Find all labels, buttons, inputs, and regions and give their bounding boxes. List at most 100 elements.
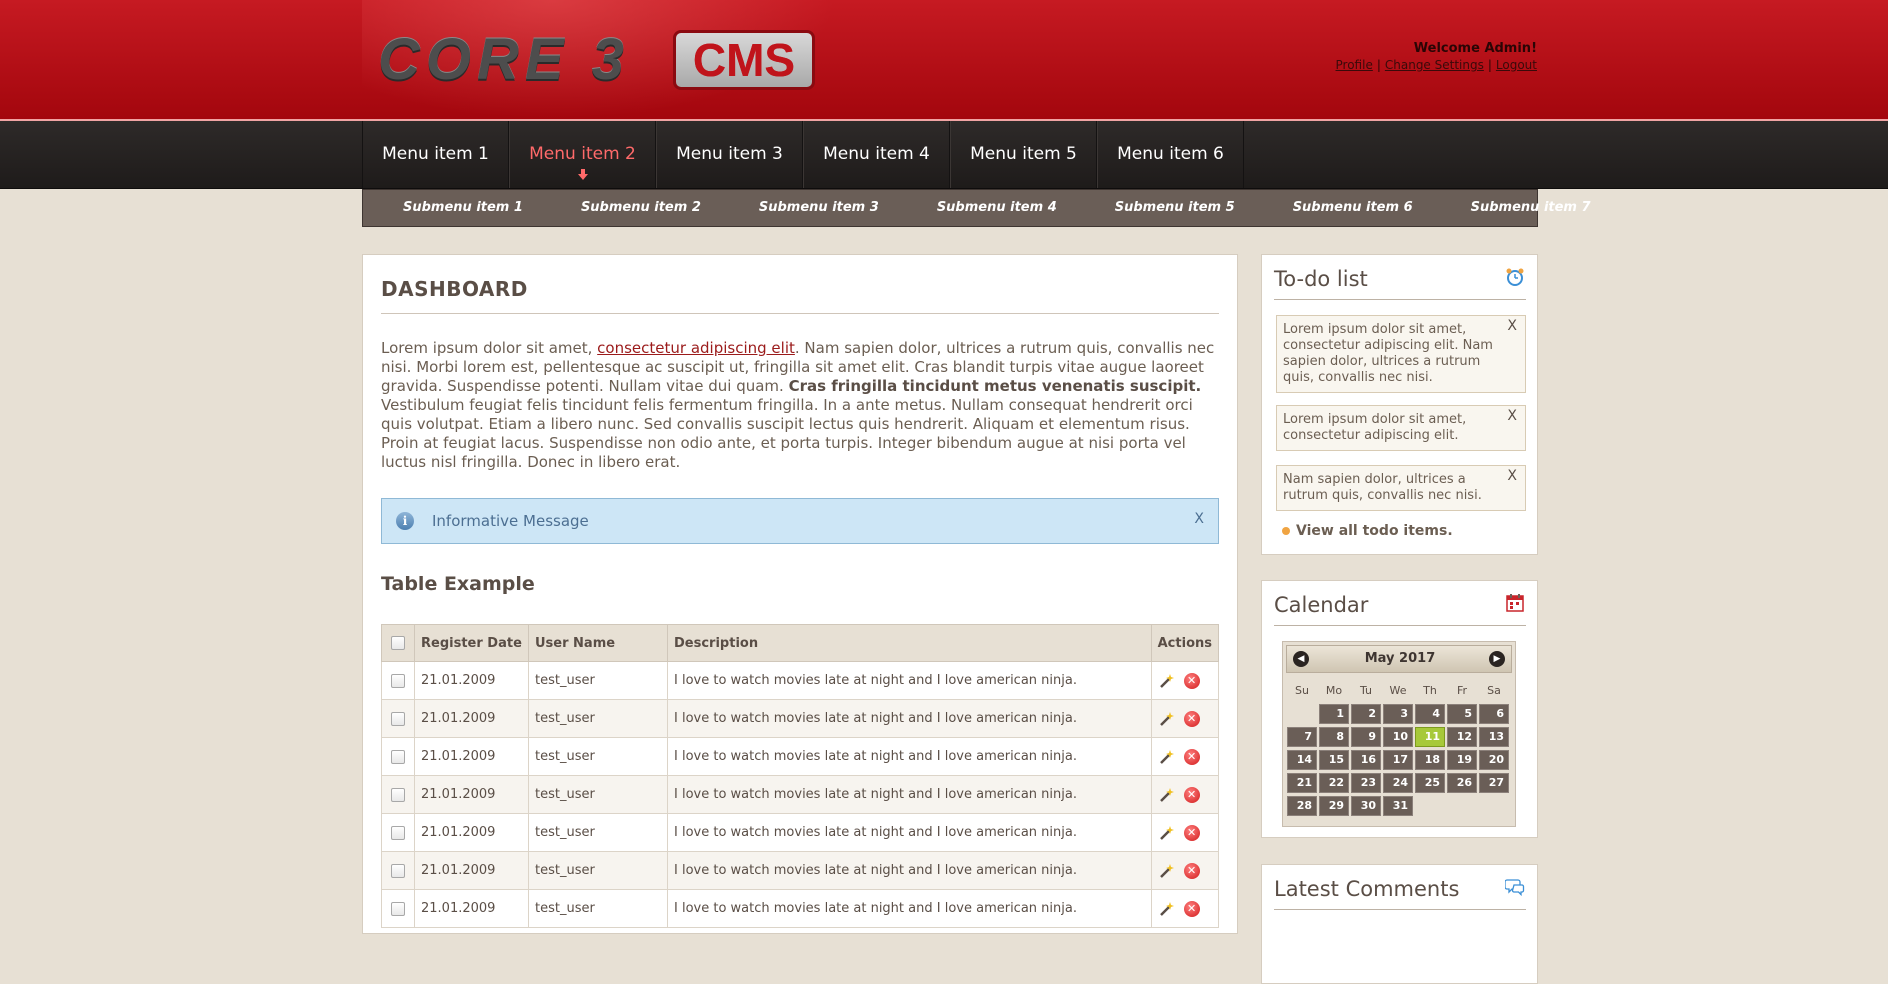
table-row: 21.01.2009 test_user I love to watch movie…	[381, 889, 1220, 928]
row-select-cell	[381, 775, 415, 814]
logo-badge[interactable]: CMS	[673, 30, 815, 90]
submenu-item-5[interactable]: Submenu item 5	[1115, 190, 1235, 226]
calendar-day[interactable]: 14	[1287, 750, 1317, 770]
delete-icon[interactable]: ✕	[1183, 824, 1200, 841]
calendar-day[interactable]: 1	[1319, 704, 1349, 724]
calendar-day[interactable]: 10	[1383, 727, 1413, 747]
calendar: ◀ May 2017 ▶ Su Mo Tu We Th Fr Sa 1 2 3 4 5 6 7 8 9 10 11…	[1282, 641, 1516, 827]
calendar-day[interactable]: 18	[1415, 750, 1445, 770]
column-header-user-name[interactable]: User Name	[528, 624, 668, 662]
submenu-item-4[interactable]: Submenu item 4	[937, 190, 1057, 226]
calendar-day[interactable]: 24	[1383, 773, 1413, 793]
speech-bubbles-icon[interactable]	[1505, 877, 1525, 897]
calendar-day[interactable]: 2	[1351, 704, 1381, 724]
submenu-item-3[interactable]: Submenu item 3	[759, 190, 879, 226]
todo-close-button[interactable]: X	[1507, 318, 1517, 334]
calendar-day[interactable]: 3	[1383, 704, 1413, 724]
cell-actions: ✕	[1150, 813, 1220, 852]
submenu-item-2[interactable]: Submenu item 2	[581, 190, 701, 226]
cell-description: I love to watch movies late at night and…	[667, 699, 1152, 738]
calendar-day[interactable]: 29	[1319, 796, 1349, 816]
calendar-day[interactable]: 4	[1415, 704, 1445, 724]
edit-wand-icon[interactable]	[1158, 787, 1174, 803]
submenu-item-7[interactable]: Submenu item 7	[1471, 190, 1591, 226]
submenu-item-6[interactable]: Submenu item 6	[1293, 190, 1413, 226]
delete-icon[interactable]: ✕	[1183, 748, 1200, 765]
main-nav: Menu item 1 Menu item 2 Menu item 3 Menu…	[0, 121, 1888, 189]
cell-register-date: 21.01.2009	[414, 661, 529, 700]
row-checkbox[interactable]	[391, 863, 405, 878]
calendar-day[interactable]: 9	[1351, 727, 1381, 747]
calendar-day[interactable]: 12	[1447, 727, 1477, 747]
calendar-day[interactable]: 15	[1319, 750, 1349, 770]
cell-description: I love to watch movies late at night and…	[667, 661, 1152, 700]
intro-link[interactable]: consectetur adipiscing elit	[597, 339, 795, 357]
calendar-day[interactable]: 6	[1479, 704, 1509, 724]
edit-wand-icon[interactable]	[1158, 825, 1174, 841]
submenu-item-1[interactable]: Submenu item 1	[403, 190, 523, 226]
calendar-day[interactable]: 22	[1319, 773, 1349, 793]
calendar-day[interactable]: 8	[1319, 727, 1349, 747]
nav-item-5[interactable]: Menu item 5	[950, 121, 1097, 188]
calendar-day[interactable]: 21	[1287, 773, 1317, 793]
calendar-day[interactable]: 16	[1351, 750, 1381, 770]
info-close-button[interactable]: X	[1194, 511, 1204, 527]
calendar-day-today[interactable]: 11	[1415, 727, 1445, 747]
calendar-weekday: Mo	[1325, 684, 1343, 697]
link-separator: |	[1376, 58, 1381, 72]
calendar-day[interactable]: 26	[1447, 773, 1477, 793]
edit-wand-icon[interactable]	[1158, 749, 1174, 765]
row-checkbox[interactable]	[391, 749, 405, 764]
profile-link[interactable]: Profile	[1336, 58, 1373, 72]
cell-register-date: 21.01.2009	[414, 889, 529, 928]
delete-icon[interactable]: ✕	[1183, 786, 1200, 803]
row-checkbox[interactable]	[391, 787, 405, 802]
calendar-day[interactable]: 28	[1287, 796, 1317, 816]
edit-wand-icon[interactable]	[1158, 863, 1174, 879]
users-table: Register Date User Name Description Acti…	[381, 624, 1220, 928]
nav-item-1[interactable]: Menu item 1	[362, 121, 509, 188]
row-checkbox[interactable]	[391, 825, 405, 840]
todo-close-button[interactable]: X	[1507, 408, 1517, 424]
alarm-clock-icon[interactable]	[1505, 267, 1525, 287]
edit-wand-icon[interactable]	[1158, 673, 1174, 689]
nav-item-2[interactable]: Menu item 2	[509, 121, 656, 188]
intro-paragraph: Lorem ipsum dolor sit amet, consectetur …	[381, 339, 1221, 472]
calendar-day[interactable]: 23	[1351, 773, 1381, 793]
delete-icon[interactable]: ✕	[1183, 710, 1200, 727]
logo-text[interactable]: CORE 3	[378, 30, 668, 90]
column-header-description[interactable]: Description	[667, 624, 1152, 662]
delete-icon[interactable]: ✕	[1183, 862, 1200, 879]
calendar-day[interactable]: 13	[1479, 727, 1509, 747]
select-all-checkbox[interactable]	[391, 636, 405, 650]
edit-wand-icon[interactable]	[1158, 711, 1174, 727]
change-settings-link[interactable]: Change Settings	[1385, 58, 1484, 72]
calendar-day[interactable]: 20	[1479, 750, 1509, 770]
todo-close-button[interactable]: X	[1507, 468, 1517, 484]
delete-icon[interactable]: ✕	[1183, 672, 1200, 689]
calendar-icon[interactable]	[1505, 593, 1525, 613]
todo-title: To-do list	[1274, 267, 1368, 291]
nav-item-4[interactable]: Menu item 4	[803, 121, 950, 188]
nav-item-3[interactable]: Menu item 3	[656, 121, 803, 188]
calendar-day[interactable]: 30	[1351, 796, 1381, 816]
row-checkbox[interactable]	[391, 673, 405, 688]
delete-icon[interactable]: ✕	[1183, 900, 1200, 917]
row-checkbox[interactable]	[391, 901, 405, 916]
calendar-weekday: Sa	[1487, 684, 1501, 697]
logout-link[interactable]: Logout	[1496, 58, 1537, 72]
nav-item-6[interactable]: Menu item 6	[1097, 121, 1244, 188]
table-body: 21.01.2009 test_user I love to watch movie…	[381, 661, 1220, 928]
calendar-day[interactable]: 19	[1447, 750, 1477, 770]
calendar-day[interactable]: 5	[1447, 704, 1477, 724]
calendar-day[interactable]: 25	[1415, 773, 1445, 793]
calendar-day[interactable]: 27	[1479, 773, 1509, 793]
row-checkbox[interactable]	[391, 711, 405, 726]
column-header-register-date[interactable]: Register Date	[414, 624, 529, 662]
calendar-day[interactable]: 7	[1287, 727, 1317, 747]
edit-wand-icon[interactable]	[1158, 901, 1174, 917]
view-all-todo-link[interactable]: View all todo items.	[1282, 523, 1453, 539]
calendar-day[interactable]: 17	[1383, 750, 1413, 770]
next-month-button[interactable]: ▶	[1489, 651, 1505, 667]
calendar-day[interactable]: 31	[1383, 796, 1413, 816]
